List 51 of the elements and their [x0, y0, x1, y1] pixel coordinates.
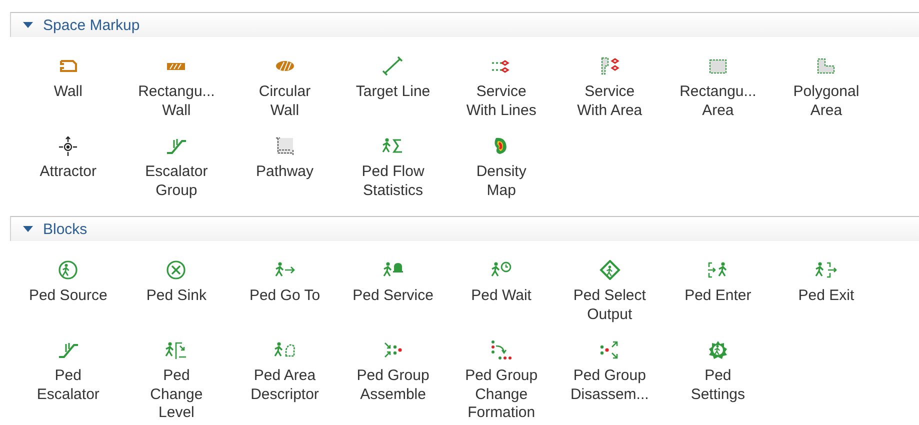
exit-icon[interactable] [815, 260, 838, 280]
palette-item-label[interactable]: Ped Escalator [36, 367, 100, 404]
palette-item-label[interactable]: Ped Settings [690, 367, 746, 404]
escalator-icon[interactable] [57, 340, 80, 360]
palette-item-label[interactable]: Density Map [476, 163, 526, 200]
palette-item-label[interactable]: Ped Service [352, 287, 434, 306]
palette-item-label[interactable]: Ped Group Disassem... [570, 367, 649, 404]
palette-item-label[interactable]: Wall [54, 83, 82, 102]
collapse-triangle-icon [23, 225, 33, 233]
service-area-icon[interactable] [598, 56, 621, 76]
poly-area-icon[interactable] [815, 56, 838, 76]
section-header[interactable]: Space Markup [10, 12, 919, 37]
palette-item-label[interactable]: Target Line [356, 83, 430, 102]
palette-item-label[interactable]: Ped Source [28, 287, 108, 306]
palette-item-label[interactable]: Ped Change Level [150, 367, 203, 422]
palette-item-label[interactable]: Ped Wait [471, 287, 532, 306]
collapse-triangle-icon [23, 21, 33, 29]
palette-item-label[interactable]: Ped Group Change Formation [465, 367, 538, 422]
palette-item-label[interactable]: Escalator Group [145, 163, 208, 200]
palette-item-label[interactable]: Pathway [256, 163, 314, 182]
escalator-icon[interactable] [165, 136, 188, 156]
palette-item-label[interactable]: Ped Group Assemble [356, 367, 430, 404]
sink-icon[interactable] [165, 260, 188, 280]
attractor-icon[interactable] [57, 136, 80, 156]
palette-item-label[interactable]: Rectangu... Area [680, 83, 756, 120]
target-line-icon[interactable] [382, 56, 404, 76]
palette-item-label[interactable]: Service With Lines [466, 83, 536, 120]
section-header[interactable]: Blocks [10, 216, 919, 241]
enter-icon[interactable] [706, 260, 729, 280]
palette-item-label[interactable]: Attractor [40, 163, 96, 182]
source-icon[interactable] [57, 260, 80, 280]
palette-item-label[interactable]: Ped Enter [684, 287, 752, 306]
palette-item-label[interactable]: Service With Area [577, 83, 642, 120]
palette-item-label[interactable]: Rectangu... Wall [138, 83, 215, 120]
palette-item-label[interactable]: Ped Sink [146, 287, 206, 306]
palette-item-label[interactable]: Ped Area Descriptor [250, 367, 319, 404]
palette-item-label[interactable]: Ped Select Output [573, 287, 646, 324]
palette-item-label[interactable]: Ped Exit [798, 287, 854, 306]
settings-icon[interactable] [706, 340, 729, 360]
palette-item-label[interactable]: Ped Flow Statistics [362, 163, 424, 200]
select-icon[interactable] [598, 260, 621, 280]
formation-icon[interactable] [490, 340, 512, 360]
palette-item-label[interactable]: Ped Go To [249, 287, 320, 306]
flow-stats-icon[interactable] [382, 136, 404, 156]
section-title: Blocks [43, 220, 88, 238]
pathway-icon[interactable] [274, 136, 296, 156]
palette-item-label[interactable]: Polygonal Area [793, 83, 860, 120]
assemble-icon[interactable] [382, 340, 404, 360]
change-level-icon[interactable] [165, 340, 188, 360]
section-title: Space Markup [43, 16, 140, 34]
palette-item-label[interactable]: Circular Wall [258, 83, 311, 120]
